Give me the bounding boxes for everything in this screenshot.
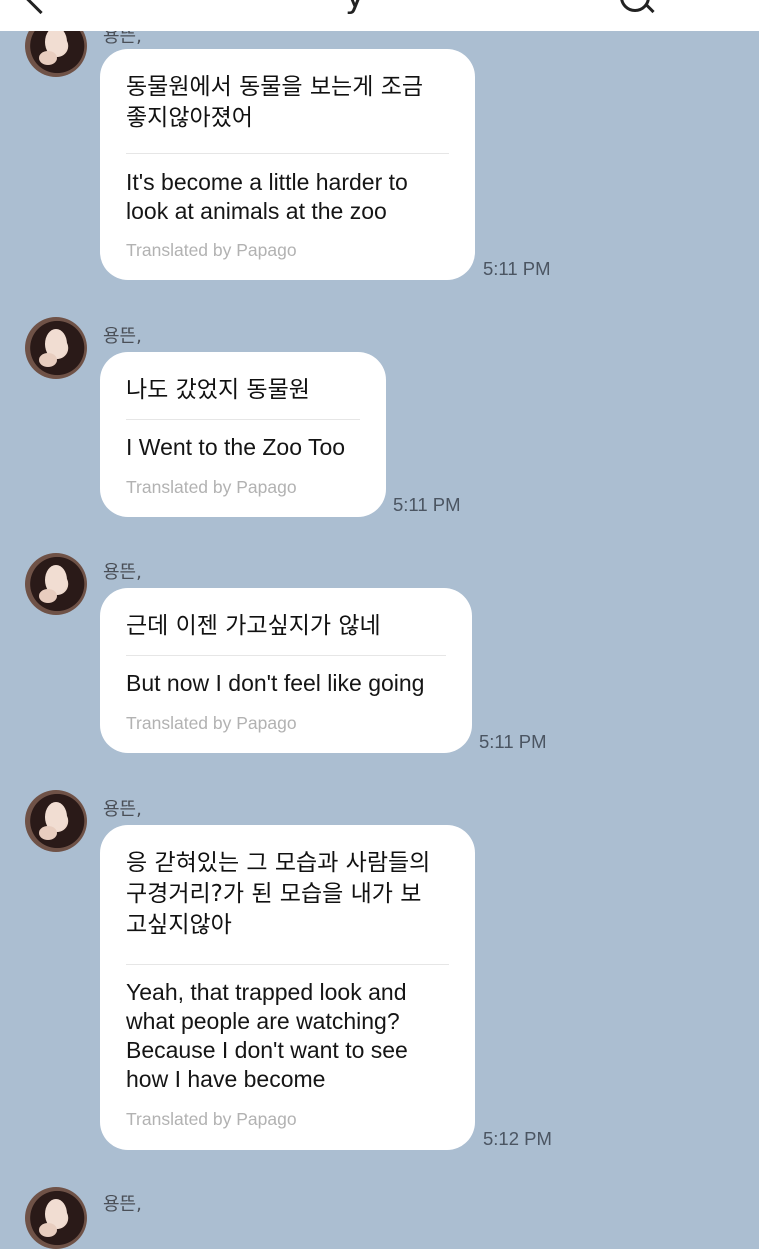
message-text-english: But now I don't feel like going <box>126 670 425 696</box>
chat-title: y <box>345 0 365 16</box>
translation-credit: Translated by Papago <box>126 713 297 733</box>
message-time: 5:12 PM <box>483 1128 552 1149</box>
message-bubble[interactable]: 근데 이젠 가고싶지가 않네 But now I don't feel like… <box>100 588 472 753</box>
translation-credit: Translated by Papago <box>126 1109 297 1129</box>
message-text-korean: 근데 이젠 가고싶지가 않네 <box>126 613 381 639</box>
message-text-korean: 나도 갔었지 동물원 <box>126 377 310 403</box>
translation-credit: Translated by Papago <box>126 477 297 497</box>
translation-divider <box>126 655 446 656</box>
message-time: 5:11 PM <box>479 731 547 752</box>
message-bubble[interactable]: 나도 갔었지 동물원 I Went to the Zoo Too Transla… <box>100 352 386 517</box>
translation-divider <box>126 964 449 965</box>
message-text-english: It's become a little harder to look at a… <box>126 169 408 224</box>
message-bubble[interactable]: 응 갇혀있는 그 모습과 사람들의 구경거리?가 된 모습을 내가 보 고싶지않… <box>100 825 475 1150</box>
message-text-korean: 동물원에서 동물을 보는게 조금 좋지않아졌어 <box>126 74 424 131</box>
back-arrow-icon[interactable] <box>22 0 59 15</box>
top-app-bar: y <box>0 0 759 31</box>
sender-name: 용뜬, <box>103 1194 142 1215</box>
message-time: 5:11 PM <box>393 494 461 515</box>
sender-name: 용뜬, <box>103 326 142 347</box>
message-text-english: Yeah, that trapped look and what people … <box>126 979 408 1092</box>
search-icon[interactable] <box>620 0 650 12</box>
message-text-english: I Went to the Zoo Too <box>126 434 346 460</box>
sender-name: 용뜬, <box>103 799 142 820</box>
avatar[interactable] <box>25 317 87 379</box>
message-bubble[interactable]: 동물원에서 동물을 보는게 조금 좋지않아졌어 It's become a li… <box>100 49 475 280</box>
avatar[interactable] <box>25 553 87 615</box>
avatar[interactable] <box>25 790 87 852</box>
translation-divider <box>126 153 449 154</box>
message-time: 5:11 PM <box>483 258 551 279</box>
sender-name: 용뜬, <box>103 562 142 583</box>
avatar[interactable] <box>25 1187 87 1249</box>
translation-divider <box>126 419 360 420</box>
message-text-korean: 응 갇혀있는 그 모습과 사람들의 구경거리?가 된 모습을 내가 보 고싶지않… <box>126 850 431 938</box>
translation-credit: Translated by Papago <box>126 240 297 260</box>
